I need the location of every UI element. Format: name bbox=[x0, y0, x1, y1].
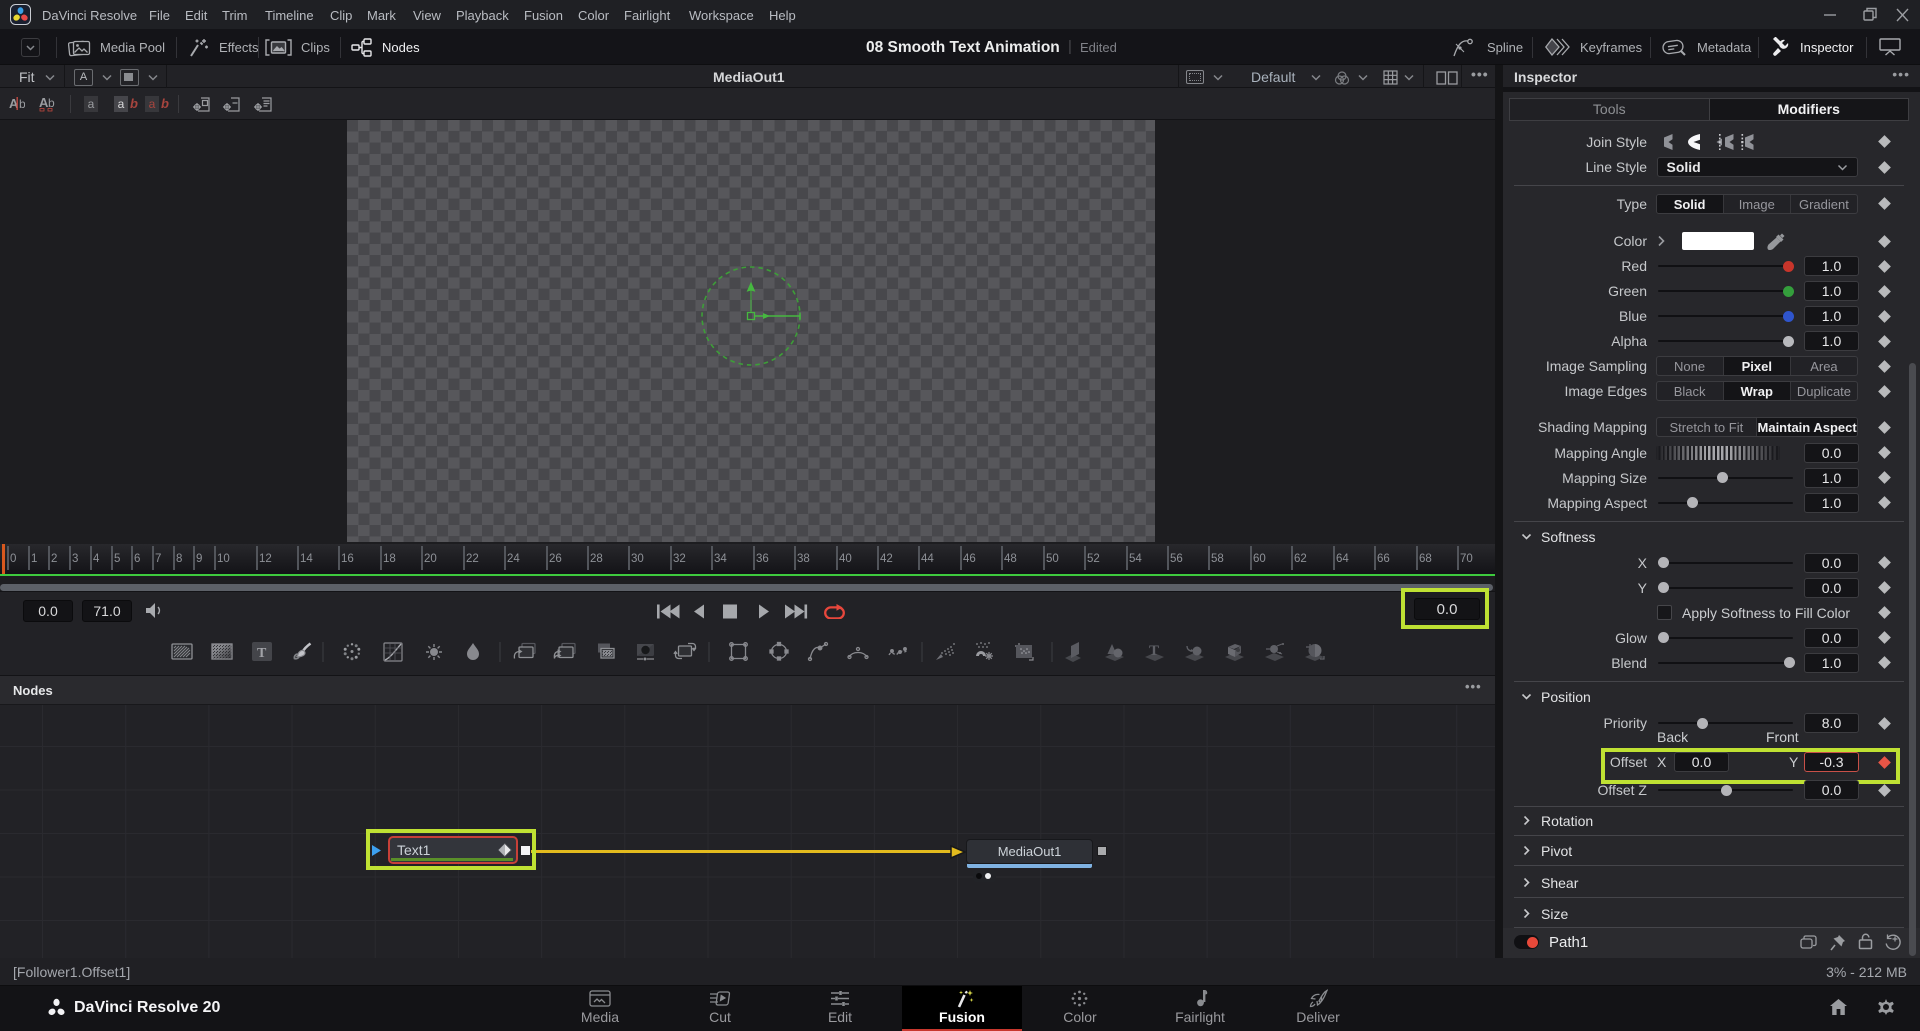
svg-text:T: T bbox=[1149, 643, 1159, 659]
svg-text:b: b bbox=[19, 97, 25, 111]
svg-text:T: T bbox=[257, 646, 267, 661]
svg-text:b: b bbox=[48, 96, 55, 110]
